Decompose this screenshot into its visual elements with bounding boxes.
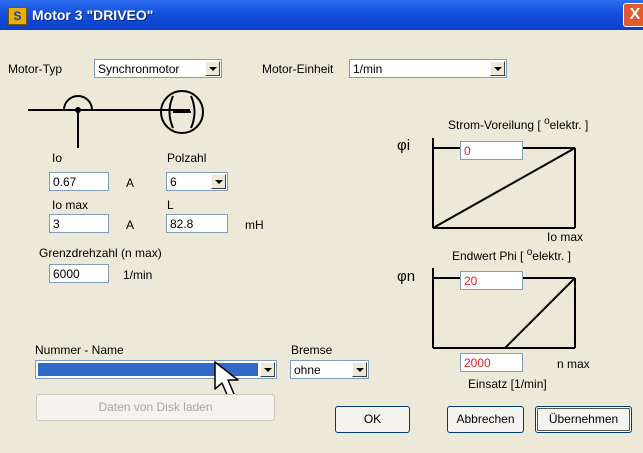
polzahl-label: Polzahl (167, 151, 207, 165)
chevron-down-icon[interactable] (490, 61, 505, 76)
polzahl-select[interactable]: 6 (166, 172, 228, 191)
io-value: 0.67 (53, 175, 77, 189)
chevron-down-icon[interactable] (211, 174, 226, 189)
strom-voreilung-field[interactable]: 0 (460, 141, 523, 160)
grenzdrehzahl-label: Grenzdrehzahl (n max) (39, 246, 162, 260)
endwert-phi-label-text: Endwert Phi [ (452, 249, 524, 263)
dialog-window: S Motor 3 "DRIVEO" X Motor-Typ Synchronm… (0, 0, 643, 453)
l-field[interactable]: 82.8 (166, 214, 228, 233)
bremse-label: Bremse (291, 343, 333, 357)
close-button[interactable]: X (623, 3, 643, 27)
einsatz-value: 2000 (464, 356, 491, 370)
motor-schematic-icon (28, 90, 204, 148)
l-value: 82.8 (170, 217, 194, 231)
io-field[interactable]: 0.67 (49, 172, 109, 191)
endwert-phi-value: 20 (464, 274, 478, 288)
apply-button[interactable]: Übernehmen (535, 406, 632, 433)
l-unit: mH (245, 218, 264, 232)
einsatz-label: Einsatz [1/min] (468, 377, 547, 391)
chevron-down-icon[interactable] (205, 61, 220, 76)
nummer-name-label: Nummer - Name (35, 343, 124, 357)
title-bar[interactable]: S Motor 3 "DRIVEO" X (0, 0, 643, 30)
endwert-phi-label: Endwert Phi [ oelektr. ] (452, 247, 571, 263)
io-max-unit: A (126, 218, 135, 232)
endwert-phi-field[interactable]: 20 (460, 271, 523, 290)
io-unit: A (126, 176, 135, 190)
io-max-value: 3 (53, 217, 60, 231)
app-icon: S (8, 7, 27, 25)
phi-n-axis-label: φn (397, 268, 416, 285)
strom-voreilung-value: 0 (464, 144, 471, 158)
io-max-axis-label: Io max (547, 230, 584, 244)
grenzdrehzahl-field[interactable]: 6000 (49, 264, 109, 283)
grenzdrehzahl-unit: 1/min (123, 268, 153, 282)
motor-einheit-label: Motor-Einheit (262, 62, 334, 76)
grenzdrehzahl-value: 6000 (53, 267, 80, 281)
phi-i-axis-label: φi (397, 137, 411, 154)
io-max-label: Io max (52, 198, 89, 212)
n-max-axis-label: n max (557, 357, 590, 371)
bremse-value: ohne (294, 363, 321, 377)
polzahl-value: 6 (170, 175, 177, 189)
motor-typ-select[interactable]: Synchronmotor (94, 59, 222, 78)
elektr-sub: elektr. ] (532, 249, 571, 263)
chevron-down-icon[interactable] (260, 362, 275, 377)
motor-typ-value: Synchronmotor (98, 62, 180, 76)
einsatz-field[interactable]: 2000 (460, 353, 523, 372)
cancel-button[interactable]: Abbrechen (447, 406, 524, 433)
io-max-field[interactable]: 3 (49, 214, 109, 233)
io-label: Io (52, 151, 63, 165)
l-label: L (167, 198, 174, 212)
chevron-down-icon[interactable] (352, 362, 367, 377)
motor-typ-label: Motor-Typ (8, 62, 63, 76)
load-from-disk-button[interactable]: Daten von Disk laden (36, 394, 275, 421)
motor-einheit-select[interactable]: 1/min (349, 59, 507, 78)
bremse-select[interactable]: ohne (290, 360, 369, 379)
window-title: Motor 3 "DRIVEO" (32, 7, 154, 23)
motor-einheit-value: 1/min (353, 62, 383, 76)
ok-button[interactable]: OK (335, 406, 410, 433)
